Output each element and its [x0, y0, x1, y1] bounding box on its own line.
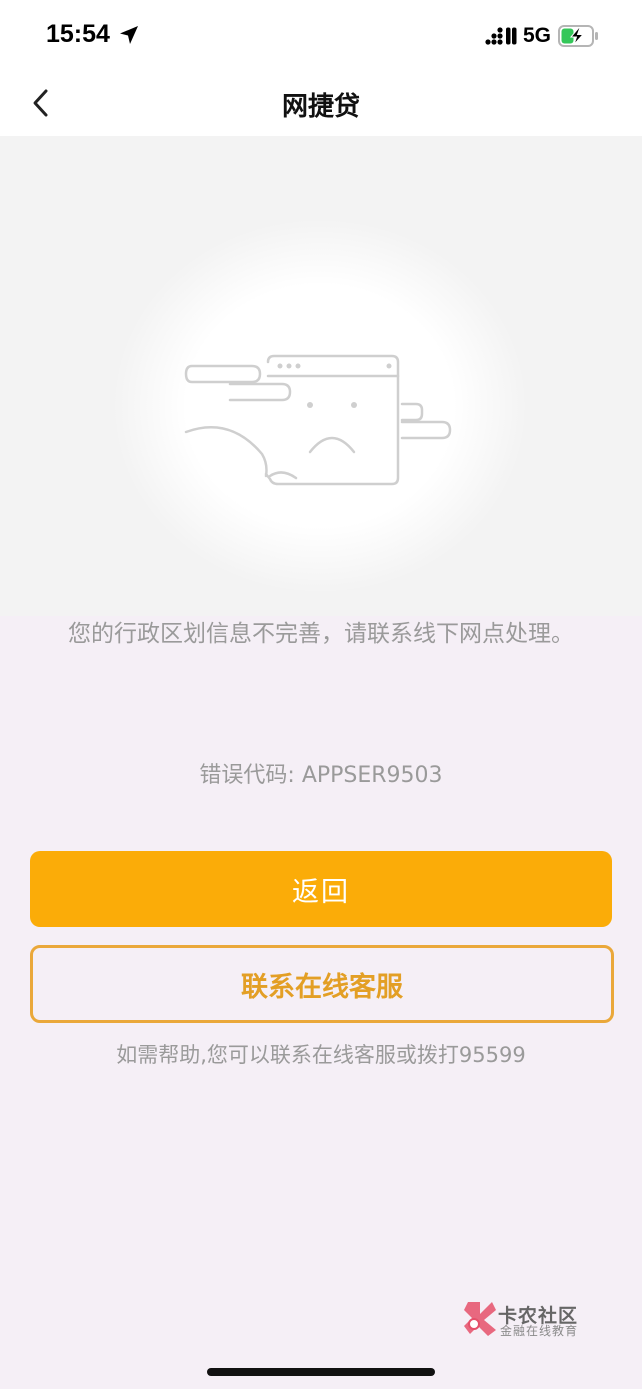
- illustration-area: [0, 136, 642, 616]
- help-text: 如需帮助,您可以联系在线客服或拨打95599: [116, 1043, 526, 1067]
- page-title: 网捷贷: [281, 92, 360, 122]
- network-label: 5G: [523, 24, 552, 47]
- signal-icon: [485, 27, 517, 45]
- contact-online-service-button[interactable]: 联系在线客服: [30, 945, 614, 1023]
- location-arrow-icon: [120, 26, 138, 44]
- sad-browser-window-illustration: [184, 354, 452, 486]
- kanong-logo-icon: [464, 1302, 496, 1336]
- status-bar: 15:54 5G: [0, 0, 642, 70]
- error-message: 您的行政区划信息不完善，请联系线下网点处理。: [68, 621, 574, 647]
- navigation-bar: 网捷贷: [0, 70, 642, 136]
- error-code: 错误代码: APPSER9503: [199, 763, 443, 788]
- status-time: 15:54: [46, 20, 110, 48]
- return-button[interactable]: 返回: [30, 851, 612, 927]
- battery-charging-icon: [558, 25, 598, 47]
- watermark-subtitle: 金融在线教育: [500, 1324, 579, 1338]
- home-indicator[interactable]: [207, 1368, 435, 1376]
